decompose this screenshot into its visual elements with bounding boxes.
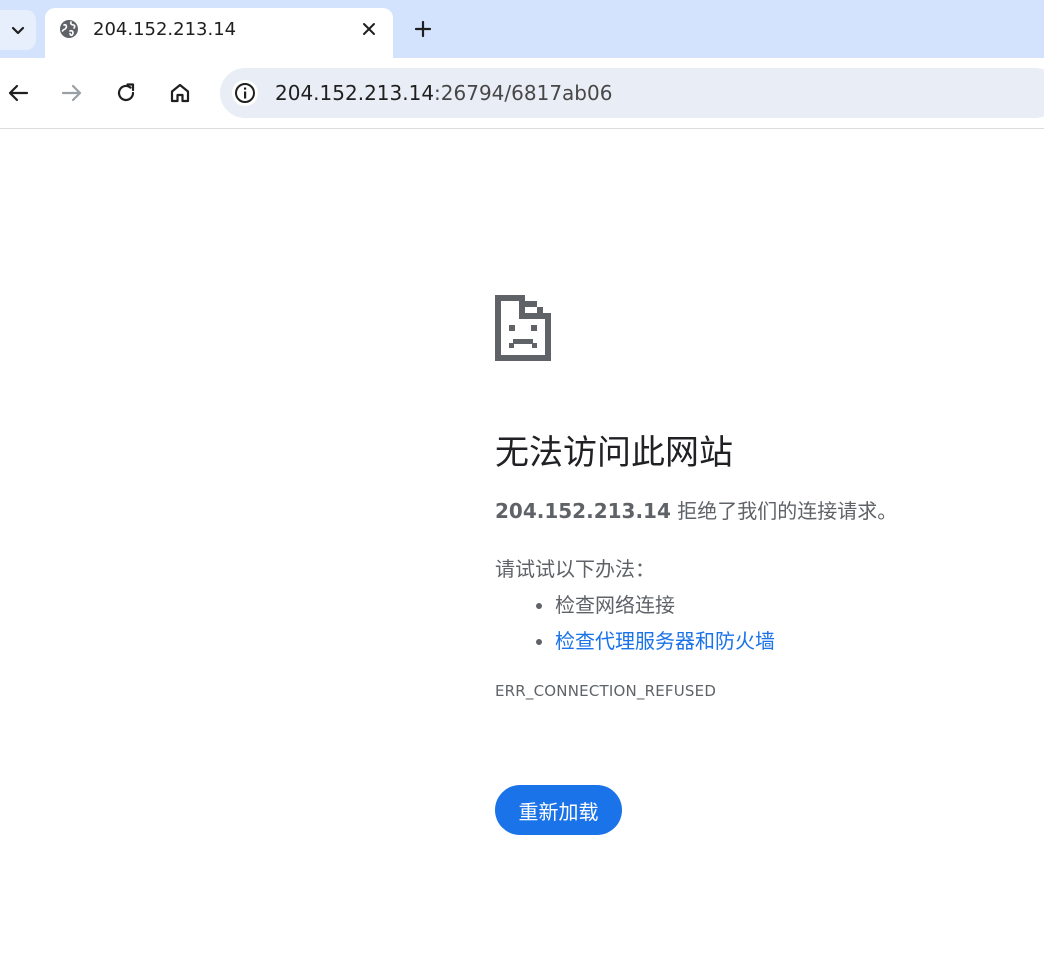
tab-close-button[interactable] — [359, 19, 379, 39]
site-info-button[interactable] — [232, 80, 258, 106]
url-host: 204.152.213.14 — [275, 81, 435, 105]
plus-icon — [414, 20, 432, 38]
reload-button[interactable]: 重新加载 — [495, 785, 622, 835]
suggestions-heading: 请试试以下办法： — [495, 557, 655, 581]
suggestions-list: 检查网络连接 检查代理服务器和防火墙 — [495, 587, 1035, 659]
suggestion-check-network: 检查网络连接 — [555, 587, 1035, 623]
refresh-icon — [117, 83, 135, 102]
address-bar[interactable]: 204.152.213.14:26794/6817ab06 — [220, 68, 1044, 118]
error-summary-text: 拒绝了我们的连接请求。 — [670, 499, 898, 523]
error-summary: 204.152.213.14 拒绝了我们的连接请求。 — [495, 497, 1035, 525]
error-page: 无法访问此网站 204.152.213.14 拒绝了我们的连接请求。 请试试以下… — [495, 295, 1035, 835]
home-button[interactable] — [167, 80, 193, 106]
sad-page-icon — [495, 295, 551, 361]
back-button[interactable] — [5, 80, 31, 106]
info-icon — [235, 83, 255, 103]
arrow-right-icon — [61, 84, 82, 102]
suggestion-label: 检查网络连接 — [555, 593, 675, 617]
tab-title: 204.152.213.14 — [93, 19, 237, 40]
toolbar: 204.152.213.14:26794/6817ab06 — [0, 58, 1044, 129]
forward-button[interactable] — [59, 80, 85, 106]
error-code: ERR_CONNECTION_REFUSED — [495, 682, 717, 700]
close-icon — [363, 23, 375, 35]
chevron-down-icon — [11, 26, 25, 35]
new-tab-button[interactable] — [410, 16, 436, 42]
globe-icon — [60, 20, 78, 38]
url-path: :26794/6817ab06 — [434, 81, 613, 105]
reload-toolbar-button[interactable] — [113, 80, 139, 106]
tab-strip: 204.152.213.14 — [0, 0, 1044, 58]
tab-search-button[interactable] — [0, 10, 36, 50]
active-tab[interactable]: 204.152.213.14 — [45, 8, 393, 58]
url-text[interactable]: 204.152.213.14:26794/6817ab06 — [275, 80, 612, 106]
home-icon — [170, 83, 190, 103]
error-heading: 无法访问此网站 — [495, 433, 733, 473]
error-host: 204.152.213.14 — [495, 499, 671, 523]
arrow-left-icon — [8, 84, 29, 102]
suggestion-check-proxy: 检查代理服务器和防火墙 — [555, 623, 1035, 659]
check-proxy-link[interactable]: 检查代理服务器和防火墙 — [555, 629, 775, 653]
